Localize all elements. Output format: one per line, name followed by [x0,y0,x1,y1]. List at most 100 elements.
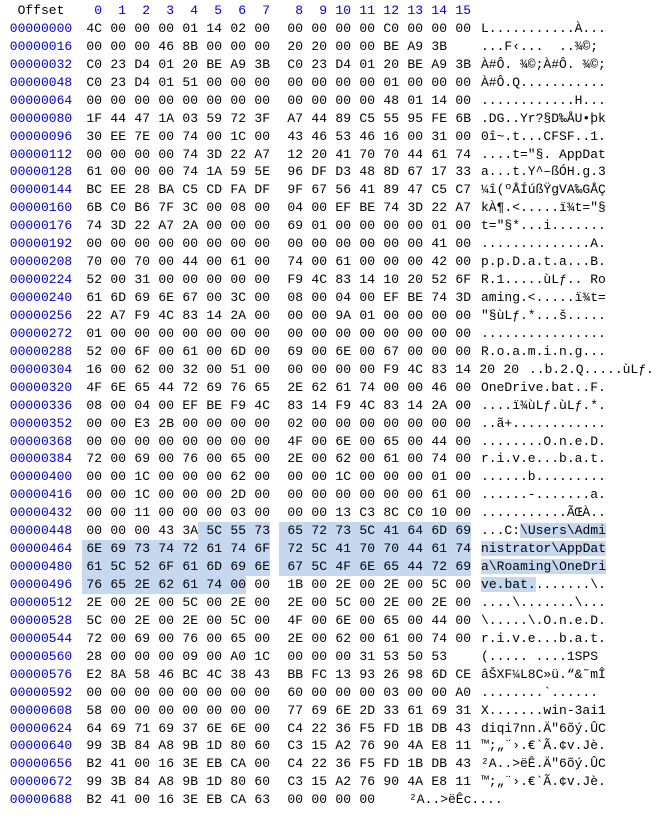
hex-row[interactable]: 000003520000E32B000000000200000000000000… [4,415,671,433]
hex-cells[interactable]: 00000000000000000000000000004100 [78,235,471,253]
ascii-cells[interactable]: diqi7nn.Ä"6õý.ÛC [471,720,606,738]
ascii-cells[interactable]: t="§*...i....... [471,217,606,235]
hex-cells[interactable]: BCEE28BAC5CDFADF9F6756418947C5C7 [78,181,471,199]
hex-cells[interactable]: 30EE7E0074001C004346534616003100 [78,128,471,146]
ascii-cells[interactable]: ¼î(ºÅÍúßŸgVA‰GÅÇ [471,181,606,199]
hex-cells[interactable]: 00000000743D22A71220417070446174 [78,146,471,164]
ascii-cells[interactable]: ™;„¨›.€`Ã.¢v.Jè. [471,773,606,791]
ascii-cells[interactable]: ™;„¨›.€`Ã.¢v.Jè. [471,737,606,755]
hex-row[interactable]: 00000144BCEE28BAC5CDFADF9F6756418947C5C7… [4,181,671,199]
hex-row[interactable]: 00000016000000468B00000020200000BEA93B..… [4,38,671,56]
ascii-cells[interactable]: OneDrive.bat..F. [471,379,606,397]
hex-row[interactable]: 0000020870007000440061007400610000004200… [4,253,671,271]
hex-row[interactable]: 00000640993B84A89B1D8060C315A276904AE811… [4,737,671,755]
hex-row[interactable]: 00000032C023D40120BEA93BC023D40120BEA93B… [4,56,671,74]
hex-cells[interactable]: 72006900760065002E00620061007400 [78,450,471,468]
hex-row[interactable]: 00000048C023D401510000000000000001000000… [4,74,671,92]
hex-row[interactable]: 0000012861000000741A595E96DFD3488D671733… [4,163,671,181]
hex-cells[interactable]: 1F44471A0359723FA74489C55595FE6B [78,110,471,128]
ascii-cells[interactable]: a...t.Y^–ßÓH.g.3 [471,163,606,181]
hex-cells[interactable]: C023D40120BEA93BC023D40120BEA93B [78,56,471,74]
hex-cells[interactable]: 000000000000000060000000030000A0 [78,684,471,702]
ascii-cells[interactable]: ...F‹... ..¾©; [471,38,598,56]
hex-cells[interactable]: B24100163EEBCA6300000000 [78,791,399,809]
hex-row[interactable]: 000004320000110000000300000013C38CC01000… [4,504,671,522]
hex-cells[interactable]: 2E002E005C002E002E005C002E002E00 [78,594,471,612]
hex-cells[interactable]: 70007000440061007400610000004200 [78,253,471,271]
hex-row[interactable]: 00000672993B84A89B1D8060C315A276904AE811… [4,773,671,791]
hex-row[interactable]: 0000006400000000000000000000000048011400… [4,92,671,110]
hex-cells[interactable]: 0000E32B000000000200000000000000 [78,415,471,433]
hex-row[interactable]: 0000011200000000743D22A71220417070446174… [4,146,671,164]
hex-row[interactable]: 00000688B24100163EEBCA6300000000²A..>ëÊc… [4,791,671,809]
hex-row[interactable]: 00000592000000000000000060000000030000A0… [4,684,671,702]
hex-cells[interactable]: 5C002E002E005C004F006E0065004400 [78,612,471,630]
hex-cells[interactable]: 6E6973747261746F725C417070446174 [78,540,471,558]
hex-row[interactable]: 00000576E28A5846BC4C3843BBFC139326986DCE… [4,666,671,684]
hex-cells[interactable]: 993B84A89B1D8060C315A276904AE811 [78,737,471,755]
ascii-cells[interactable]: ....\.......\... [471,594,606,612]
hex-cells[interactable]: E28A5846BC4C3843BBFC139326986DCE [78,666,471,684]
ascii-cells[interactable]: ve.bat........\. [471,576,606,594]
hex-cells[interactable]: 0000110000000300000013C38CC01000 [78,504,471,522]
ascii-cells[interactable]: ²A..>ëÊ.Ä"6õý.ÛC [471,755,606,773]
hex-row[interactable]: 000000004C0000000114020000000000C0000000… [4,20,671,38]
ascii-cells[interactable]: À#Ô.Q........... [471,74,606,92]
hex-cells[interactable]: 61000000741A595E96DFD3488D671733 [78,163,471,181]
hex-cells[interactable]: 00000000000000004F006E0065004400 [78,433,471,451]
hex-row[interactable]: 0000027201000000000000000000000000000000… [4,325,671,343]
hex-cells[interactable]: 22A7F94C83142A0000009A0100000000 [78,307,471,325]
ascii-cells[interactable]: \.....\.O.n.e.D. [471,612,606,630]
hex-row[interactable]: 000000801F44471A0359723FA74489C55595FE6B… [4,110,671,128]
ascii-cells[interactable]: ²A..>ëÊc.... [399,791,503,809]
hex-cells[interactable]: 743D22A72A0000006901000000000100 [78,217,471,235]
hex-cells[interactable]: 00000000000000000000000048011400 [78,92,471,110]
ascii-cells[interactable]: ..ã+............ [471,415,606,433]
ascii-cells[interactable]: ....t="§. AppDat [471,146,606,164]
hex-row[interactable]: 0000038472006900760065002E00620061007400… [4,450,671,468]
hex-cells[interactable]: 000000468B00000020200000BEA93B [78,38,471,56]
hex-cells[interactable]: 616D696E67003C0008000400EFBE743D [78,289,471,307]
hex-cells[interactable]: 280000000900A01C00000031535053 [78,648,471,666]
hex-row[interactable]: 0000028852006F0061006D0069006E0067000000… [4,343,671,361]
ascii-cells[interactable]: ............H... [471,92,606,110]
ascii-cells[interactable]: L...........À... [471,20,606,38]
hex-row[interactable]: 00000480615C526F616D696E675C4F6E65447269… [4,558,671,576]
ascii-cells[interactable]: ..............A. [471,235,606,253]
hex-row[interactable]: 00000448000000433A5C55736572735C41646D69… [4,522,671,540]
hex-row[interactable]: 000005285C002E002E005C004F006E0065004400… [4,612,671,630]
hex-row[interactable]: 0000040000001C000000620000001C0000000100… [4,468,671,486]
hex-cells[interactable]: 76652E62617400001B002E002E005C00 [78,576,471,594]
hex-cells[interactable]: B24100163EEBCA00C42236F5FD1BDB43 [78,755,471,773]
hex-cells[interactable]: 160062003200510000000000F94C83142020 [78,361,519,379]
hex-cells[interactable]: 01000000000000000000000000000000 [78,325,471,343]
hex-cells[interactable]: 64697169376E6E00C42236F5FD1BDB43 [78,720,471,738]
ascii-cells[interactable]: R.1.....ùLƒ.. Ro [471,271,606,289]
ascii-cells[interactable]: .DG..Yr?§D‰ÅU•þk [471,110,606,128]
hex-row[interactable]: 00000304160062003200510000000000F94C8314… [4,361,671,379]
ascii-cells[interactable]: nistrator\AppDat [471,540,606,558]
hex-cells[interactable]: 00001C0000002D000000000000006100 [78,486,471,504]
hex-row[interactable]: 00000656B24100163EEBCA00C42236F5FD1BDB43… [4,755,671,773]
hex-cells[interactable]: 72006900760065002E00620061007400 [78,630,471,648]
hex-row[interactable]: 00000240616D696E67003C0008000400EFBE743D… [4,289,671,307]
ascii-cells[interactable]: ................ [471,325,606,343]
hex-row[interactable]: 0000041600001C0000002D000000000000006100… [4,486,671,504]
hex-cells[interactable]: 08000400EFBEF94C8314F94C83142A00 [78,397,471,415]
hex-cells[interactable]: 993B84A89B1D8060C315A276904AE811 [78,773,471,791]
hex-row[interactable]: 00000176743D22A72A0000006901000000000100… [4,217,671,235]
ascii-cells[interactable]: 0î~.t...CFSF..1. [471,128,606,146]
ascii-cells[interactable]: kÀ¶.<.....ï¾t="§ [471,199,606,217]
hex-row[interactable]: 00000560280000000900A01C00000031535053(.… [4,648,671,666]
hex-row[interactable]: 0000019200000000000000000000000000004100… [4,235,671,253]
hex-cells[interactable]: 580000000000000077696E2D33616931 [78,702,471,720]
ascii-cells[interactable]: "§ùLƒ.*...š..... [471,307,606,325]
hex-row[interactable]: 000003204F6E6544726976652E62617400004600… [4,379,671,397]
hex-cells[interactable]: 615C526F616D696E675C4F6E65447269 [78,558,471,576]
hex-cells[interactable]: 6BC0B67F3C0008000400EFBE743D22A7 [78,199,471,217]
hex-row[interactable]: 0000049676652E62617400001B002E002E005C00… [4,576,671,594]
hex-row[interactable]: 000004646E6973747261746F725C417070446174… [4,540,671,558]
ascii-cells[interactable]: À#Ô. ¾©;À#Ô. ¾©; [471,56,606,74]
ascii-cells[interactable]: r.i.v.e...b.a.t. [471,630,606,648]
ascii-cells[interactable]: p.p.D.a.t.a...B. [471,253,606,271]
